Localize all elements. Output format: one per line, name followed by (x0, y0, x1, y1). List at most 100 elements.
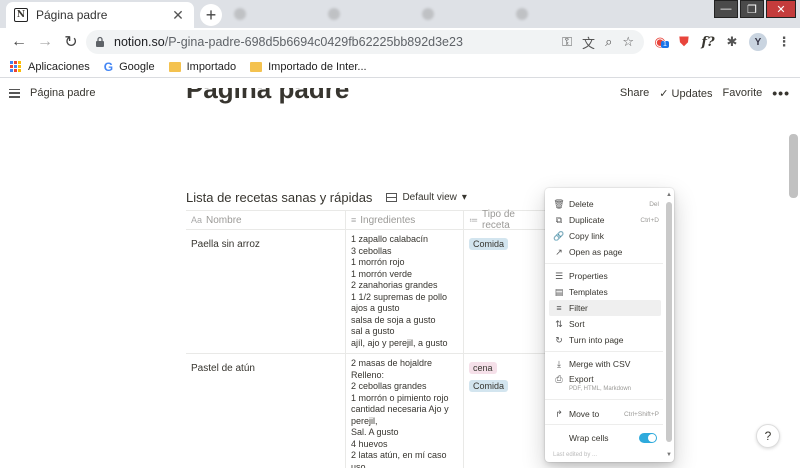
reload-icon[interactable]: ↻ (60, 31, 82, 53)
page-title[interactable]: Página padre (186, 88, 349, 110)
google-icon: G (103, 59, 114, 74)
menu-item-filter[interactable]: ≡ Filter (549, 300, 661, 316)
browser-toolbar: ← → ↻ notion.so/P-gina-padre-698d5b6694c… (0, 28, 800, 56)
menu-item-text: Export PDF, HTML, Markdown (569, 374, 631, 392)
delete-icon: 🗑 (553, 198, 565, 209)
formula-extension-icon[interactable]: f? (698, 32, 718, 52)
tab-close-icon[interactable]: ✕ (170, 7, 186, 24)
back-arrow-icon[interactable]: ← (8, 31, 30, 53)
column-header-ingredientes[interactable]: ≡ Ingredientes (346, 210, 464, 230)
cell-ingredientes[interactable]: 2 masas de hojaldre Relleno: 2 cebollas gr… (346, 354, 464, 468)
column-label: Ingredientes (360, 214, 416, 226)
background-tabs (226, 4, 596, 24)
zoom-icon[interactable]: ⌕ (605, 34, 612, 50)
breadcrumb[interactable]: Página padre (30, 87, 95, 99)
bookmark-star-icon[interactable]: ☆ (622, 34, 634, 50)
background-tab[interactable] (320, 4, 408, 24)
tag-comida[interactable]: Comida (469, 380, 509, 392)
cell-nombre[interactable]: Pastel de atún (186, 354, 346, 468)
more-options-button[interactable]: ••• (772, 85, 790, 101)
view-selector[interactable]: Default view ▾ (386, 192, 467, 203)
updates-button[interactable]: ✓ Updates (659, 87, 712, 100)
bookmark-google[interactable]: G Google (104, 60, 155, 74)
apps-grid-icon (10, 60, 22, 73)
menu-item-delete[interactable]: 🗑 Delete Del (549, 196, 661, 212)
minimize-button[interactable]: — (714, 0, 738, 18)
notion-topbar: Página padre Share ✓ Updates Favorite ••… (0, 80, 800, 106)
cell-ingredientes[interactable]: 1 zapallo calabacín 3 cebollas 1 morrón ro… (346, 230, 464, 353)
key-icon[interactable]: ⚿ (562, 34, 572, 50)
tab-title: Página padre (36, 8, 108, 22)
share-button[interactable]: Share (620, 87, 649, 99)
menu-item-merge-with-csv[interactable]: ⤓ Merge with CSV (549, 356, 661, 372)
address-bar[interactable]: notion.so/P-gina-padre-698d5b6694c0429fb… (86, 30, 644, 54)
bookmark-importado[interactable]: Importado (168, 61, 236, 73)
close-window-button[interactable]: ✕ (766, 0, 796, 18)
table-row: Pastel de atún 2 masas de hojaldre Rellen… (186, 354, 546, 468)
menu-item-label: Delete (569, 199, 594, 209)
menu-item-move-to[interactable]: ↱ Move to Ctrl+Shift+P (549, 406, 661, 422)
menu-item-turn-into-page[interactable]: ↻ Turn into page (549, 332, 661, 348)
menu-item-duplicate[interactable]: ⧉ Duplicate Ctrl+D (549, 212, 661, 228)
menu-item-text: Sort (569, 319, 585, 329)
menu-item-label: Merge with CSV (569, 359, 631, 369)
menu-item-sort[interactable]: ⇅ Sort (549, 316, 661, 332)
sidebar-toggle-icon[interactable] (9, 88, 20, 98)
scroll-up-arrow-icon[interactable]: ▲ (666, 192, 672, 198)
updates-label: Updates (671, 87, 713, 100)
new-tab-button[interactable]: + (200, 4, 222, 26)
column-header-tipo[interactable]: ≔ Tipo de receta (464, 209, 546, 231)
background-tab[interactable] (414, 4, 502, 24)
copy-link-icon: 🔗 (553, 230, 565, 241)
topbar-actions: Share ✓ Updates Favorite ••• (620, 85, 790, 101)
lock-extension-icon[interactable]: ⛊ (674, 32, 694, 52)
avatar: Y (749, 33, 767, 51)
menu-item-wrap-cells[interactable]: Wrap cells (549, 430, 661, 446)
menu-item-label: Move to (569, 409, 600, 419)
database-header: Lista de recetas sanas y rápidas Default… (186, 190, 467, 205)
folder-icon (168, 61, 181, 72)
turn-into-page-icon: ↻ (555, 334, 563, 345)
ingredient-line: 2 cebollas grandes (351, 381, 427, 391)
profile-button[interactable]: Y (748, 32, 768, 52)
forward-arrow-icon[interactable]: → (34, 31, 56, 53)
ingredient-line: 2 masas de hojaldre (351, 358, 433, 368)
menu-item-open-as-page[interactable]: ↗ Open as page (549, 244, 661, 260)
tab-pagina-padre[interactable]: N Página padre ✕ (6, 2, 194, 28)
url-host: notion.so (114, 35, 165, 49)
page-scrollbar[interactable] (789, 134, 798, 198)
background-tab[interactable] (508, 4, 596, 24)
bookmark-label: Importado de Inter... (268, 60, 367, 73)
menu-divider (545, 263, 663, 264)
bookmark-importado-de-internet[interactable]: Importado de Inter... (250, 60, 367, 73)
cell-tipo[interactable]: Comida (464, 230, 546, 353)
column-label: Nombre (206, 214, 242, 226)
scroll-down-arrow-icon[interactable]: ▼ (666, 452, 672, 458)
menu-item-copy-link[interactable]: 🔗 Copy link (549, 228, 661, 244)
tag-comida[interactable]: Comida (469, 238, 509, 250)
bookmark-apps[interactable]: Aplicaciones (10, 60, 90, 73)
extension-badge-icon[interactable]: ◉ 1 (650, 32, 670, 52)
column-header-nombre[interactable]: Aa Nombre (186, 210, 346, 230)
menu-item-export[interactable]: ⎙ Export PDF, HTML, Markdown (549, 372, 661, 398)
text-property-icon: Aa (191, 215, 203, 225)
open-as-page-icon: ↗ (555, 246, 563, 257)
favorite-button[interactable]: Favorite (723, 87, 763, 99)
extensions-puzzle-icon[interactable]: ✱ (722, 32, 742, 52)
translate-icon[interactable]: ⽂ (582, 33, 595, 52)
menu-item-label: Wrap cells (569, 433, 609, 443)
menu-item-templates[interactable]: ▤ Templates (549, 284, 661, 300)
background-tab[interactable] (226, 4, 314, 24)
help-button[interactable]: ? (756, 424, 780, 448)
ingredient-line: perejil, (351, 415, 378, 426)
database-title[interactable]: Lista de recetas sanas y rápidas (186, 190, 372, 205)
tag-cena[interactable]: cena (469, 362, 497, 374)
recipe-name: Paella sin arroz (191, 239, 260, 250)
cell-nombre[interactable]: Paella sin arroz (186, 230, 346, 353)
cell-tipo[interactable]: cena Comida (464, 354, 546, 468)
wrap-cells-toggle[interactable] (639, 433, 657, 443)
maximize-button[interactable]: ❐ (740, 0, 764, 18)
browser-menu-icon[interactable]: ⋮ (774, 32, 794, 52)
menu-scrollbar[interactable] (666, 202, 672, 442)
menu-item-properties[interactable]: ☰ Properties (549, 268, 661, 284)
